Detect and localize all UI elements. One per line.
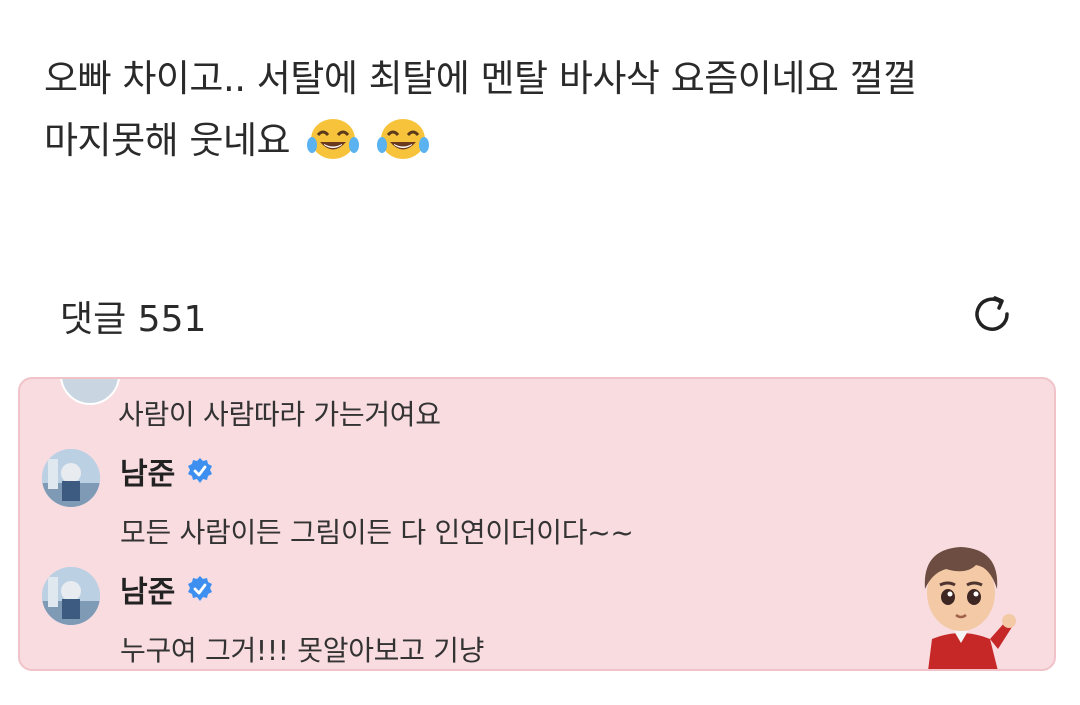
verified-badge-icon	[188, 576, 213, 601]
highlighted-comment-thread: 사람이 사람따라 가는거여요 남준 모든 사람이든 그림이든 다 인연이더이다~…	[18, 377, 1056, 671]
comment-author[interactable]: 남준	[120, 567, 215, 611]
profile-photo-icon	[42, 449, 100, 507]
avatar[interactable]	[42, 567, 100, 625]
weverse-post-screen: 오빠 차이고.. 서탈에 최탈에 멘탈 바사삭 요즘이네요 껄껄 마지못해 웃네…	[0, 0, 1080, 705]
comments-count-label: 댓글 551	[60, 299, 207, 340]
post-line-1: 오빠 차이고.. 서탈에 최탈에 멘탈 바사삭 요즘이네요 껄껄	[44, 57, 917, 100]
face-with-tears-of-joy-icon	[307, 119, 360, 159]
author-name[interactable]: 남준	[120, 449, 175, 493]
comment-text: 누구여 그거!!! 못알아보고 기냥	[120, 634, 485, 667]
refresh-button[interactable]	[964, 286, 1020, 342]
comment-text: 사람이 사람따라 가는거여요	[118, 398, 441, 431]
refresh-icon	[975, 296, 1009, 331]
avatar[interactable]	[42, 449, 100, 507]
author-name[interactable]: 남준	[120, 567, 175, 611]
avatar	[60, 379, 120, 405]
profile-photo-icon	[42, 567, 100, 625]
verified-badge-icon	[188, 458, 213, 483]
post-line-2-wrapper: 마지못해 웃네요	[44, 110, 1044, 172]
post-body: 오빠 차이고.. 서탈에 최탈에 멘탈 바사삭 요즘이네요 껄껄 마지못해 웃네…	[44, 48, 1044, 172]
comment-text: 모든 사람이든 그림이든 다 인연이더이다~~	[120, 516, 634, 549]
face-with-tears-of-joy-icon	[376, 119, 429, 159]
character-sticker-icon	[924, 547, 1016, 669]
post-line-2: 마지못해 웃네요	[44, 119, 291, 162]
comment-author[interactable]: 남준	[120, 449, 215, 493]
comments-header: 댓글 551	[60, 282, 1020, 342]
